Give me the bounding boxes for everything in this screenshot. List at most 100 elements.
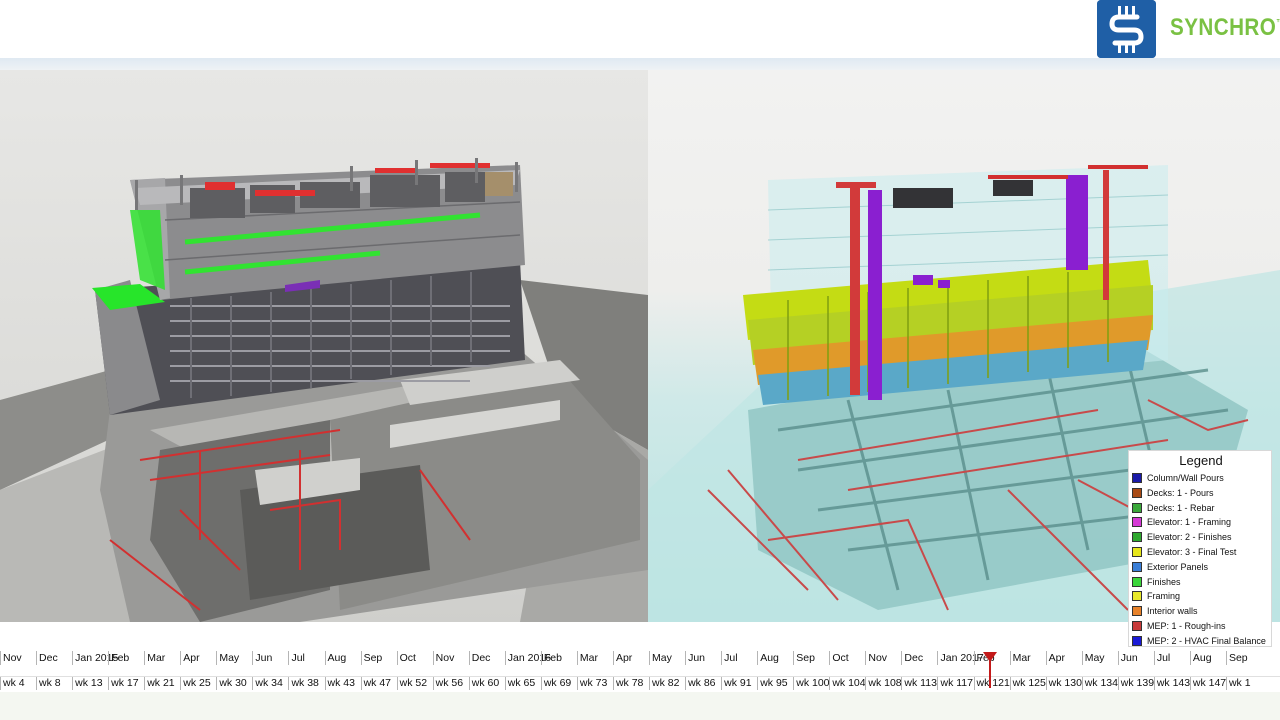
timeline-week-tick — [360, 676, 362, 690]
timeline-month-tick — [576, 651, 578, 665]
timeline-month-tick — [216, 651, 218, 665]
timeline-week-tick — [757, 676, 759, 690]
timeline-week-label: wk 60 — [471, 677, 500, 689]
timeline-month-label: Nov — [3, 652, 22, 664]
timeline-week-tick — [144, 676, 146, 690]
legend-label: Decks: 1 - Pours — [1147, 487, 1214, 498]
timeline-week-tick — [108, 676, 110, 690]
timeline-week-tick — [1189, 676, 1191, 690]
timeline-month-label: Feb — [111, 652, 130, 664]
realistic-4d-viewport[interactable] — [0, 70, 648, 622]
synchro-logo-icon — [1097, 0, 1156, 58]
timeline-month-tick — [865, 651, 867, 665]
legend-label: Decks: 1 - Rebar — [1147, 502, 1215, 513]
timeline-week-label: wk 1 — [1228, 677, 1251, 689]
legend-item: Elevator: 2 - Finishes — [1129, 530, 1273, 545]
timeline-month-tick — [757, 651, 759, 665]
timeline-month-tick — [721, 651, 723, 665]
timeline-week-tick — [1117, 676, 1119, 690]
legend-label: MEP: 1 - Rough-ins — [1147, 620, 1226, 631]
legend-item: Finishes — [1129, 575, 1273, 590]
timeline-week-tick — [1225, 676, 1227, 690]
timeline-month-tick — [1153, 651, 1155, 665]
timeline-week-tick — [216, 676, 218, 690]
timeline-month-label: Jul — [1156, 652, 1171, 664]
legend-swatch — [1132, 502, 1142, 513]
timeline-week-tick — [576, 676, 578, 690]
timeline-month-tick — [937, 651, 939, 665]
timeline-month-tick — [396, 651, 398, 665]
timeline-week-label: wk 95 — [760, 677, 788, 689]
timeline-week-tick — [865, 676, 867, 690]
timeline-month-label: Aug — [760, 652, 779, 664]
timeline-month-label: Jul — [724, 652, 738, 664]
timeline-month-tick — [973, 651, 975, 665]
timeline-month-tick — [1117, 651, 1119, 665]
brand-name: SYNCHRO — [1170, 14, 1277, 41]
legend-label: Elevator: 3 - Final Test — [1147, 546, 1237, 557]
timeline-week-label: wk 8 — [39, 677, 61, 689]
timeline-month-tick — [901, 651, 903, 665]
legend-swatch — [1132, 591, 1142, 602]
timeline-month-tick — [793, 651, 795, 665]
timeline-week-tick — [829, 676, 831, 690]
timeline-month-tick — [324, 651, 326, 665]
timeline-week-label: wk 13 — [75, 677, 103, 689]
timeline-week-tick — [612, 676, 614, 690]
legend-label: Finishes — [1147, 576, 1181, 587]
timeline-months-row: Nov Dec Jan 2015 Feb Mar Apr May Jun Jul Aug Sep Oc… — [0, 651, 1280, 665]
timeline-month-tick — [432, 651, 434, 665]
legend-item: Elevator: 3 - Final Test — [1129, 545, 1273, 560]
timeline-week-tick — [793, 676, 795, 690]
timeline-week-label: wk 47 — [363, 677, 391, 689]
timeline-week-label: wk 117 — [940, 677, 973, 689]
timeline-week-label: wk 4 — [3, 677, 25, 689]
legend-list: Column/Wall Pours Decks: 1 - Pours Decks: … — [1129, 471, 1273, 649]
legend-item: MEP: 1 - Rough-ins — [1129, 619, 1273, 634]
timeline-month-tick — [649, 651, 651, 665]
legend-label: Elevator: 2 - Finishes — [1147, 532, 1232, 543]
timeline-week-tick — [1045, 676, 1047, 690]
bottom-strip — [0, 692, 1280, 720]
timeline-week-tick — [468, 676, 470, 690]
timeline-week-label: wk 86 — [688, 677, 716, 689]
timeline-month-label: Dec — [471, 652, 491, 664]
timeline-week-label: wk 69 — [543, 677, 572, 689]
timeline-month-label: Jun — [255, 652, 273, 664]
legend-item: Exterior Panels — [1129, 560, 1273, 575]
legend-swatch — [1132, 473, 1142, 483]
timeline-week-tick — [540, 676, 542, 690]
timeline-month-tick — [180, 651, 182, 665]
timeline-week-tick — [0, 676, 1, 690]
legend-swatch — [1132, 635, 1142, 646]
timeline-month-tick — [288, 651, 290, 665]
legend-item: Column/Wall Pours — [1129, 471, 1273, 486]
legend-title: Legend — [1179, 453, 1223, 468]
timeline-week-label: wk 21 — [147, 677, 175, 689]
timeline-month-label: Dec — [39, 652, 58, 664]
top-bar: SYNCHRO™ — [0, 0, 1280, 58]
timeline-week-label: wk 91 — [724, 677, 752, 689]
timeline-divider — [0, 676, 1280, 677]
current-date-marker-line[interactable] — [989, 660, 991, 688]
timeline-month-tick — [252, 651, 254, 665]
timeline-month-tick — [0, 651, 1, 665]
timeline-month-tick — [1225, 651, 1227, 665]
legend-swatch — [1132, 561, 1142, 572]
timeline-scale[interactable]: Nov Dec Jan 2015 Feb Mar Apr May Jun Jul Aug Sep Oc… — [0, 648, 1280, 692]
timeline-week-label: wk 52 — [399, 677, 428, 689]
timeline-week-label: wk 73 — [579, 677, 608, 689]
timeline-week-label: wk 104 — [832, 677, 866, 689]
legend-swatch — [1132, 576, 1142, 587]
timeline-month-tick — [360, 651, 362, 665]
timeline-week-label: wk 125 — [1012, 677, 1046, 689]
timeline-week-label: wk 38 — [291, 677, 319, 689]
timeline-month-label: Aug — [327, 652, 347, 664]
legend-item: Framing — [1129, 589, 1273, 604]
timeline-month-label: Oct — [832, 652, 849, 664]
legend-swatch — [1132, 517, 1142, 528]
timeline-week-label: wk 43 — [327, 677, 355, 689]
timeline-week-tick — [685, 676, 687, 690]
timeline-month-tick — [540, 651, 542, 665]
timeline-month-tick — [829, 651, 831, 665]
